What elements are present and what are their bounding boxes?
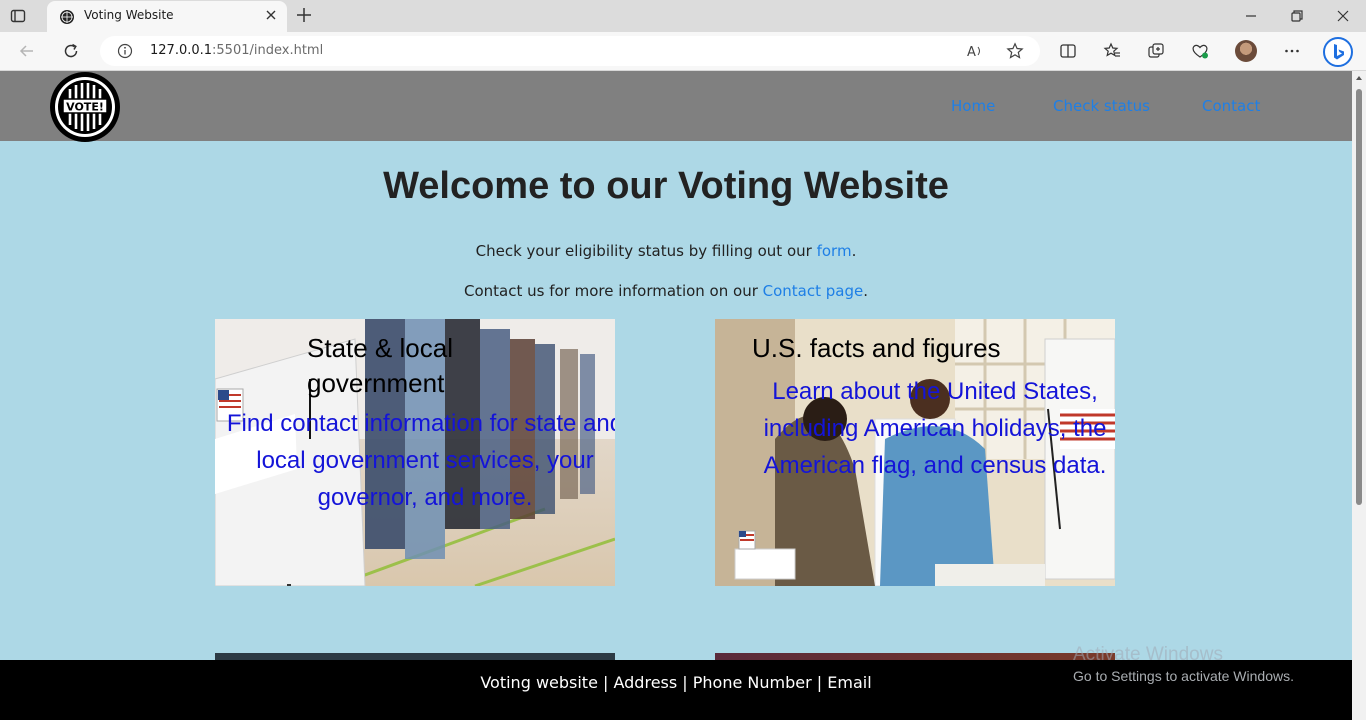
favorites-icon[interactable] <box>1103 42 1121 60</box>
contact-period: . <box>863 282 869 300</box>
card-us-facts[interactable]: U.S. facts and figures Learn about the U… <box>715 319 1115 586</box>
card-state-local[interactable]: State & local government Find contact in… <box>215 319 615 586</box>
nav-check-status-link[interactable]: Check status <box>1053 97 1150 115</box>
scroll-up-arrow-icon[interactable] <box>1355 74 1363 82</box>
bing-logo-icon <box>1334 44 1344 60</box>
new-tab-icon[interactable] <box>296 7 312 23</box>
profile-avatar[interactable] <box>1235 40 1257 62</box>
form-link[interactable]: form <box>817 242 852 260</box>
activate-title: Activate Windows <box>1073 644 1223 665</box>
site-info-icon[interactable] <box>117 43 133 59</box>
browser-tab-bar: Voting Website <box>0 0 1366 32</box>
nav-home-link[interactable]: Home <box>951 97 995 115</box>
url-path: :5501/index.html <box>212 43 324 58</box>
contact-page-link[interactable]: Contact page <box>763 282 864 300</box>
back-icon[interactable] <box>18 42 36 60</box>
read-aloud-icon[interactable]: A <box>966 42 984 60</box>
card-title: U.S. facts and figures <box>752 333 1001 363</box>
eligibility-period: . <box>851 242 857 260</box>
globe-icon <box>60 10 74 24</box>
card-title: State & local government <box>307 333 453 398</box>
browser-essentials-icon[interactable] <box>1191 42 1209 60</box>
eligibility-line: Check your eligibility status by filling… <box>0 242 1332 260</box>
minimize-icon[interactable] <box>1243 8 1259 24</box>
contact-text: Contact us for more information on our <box>463 282 763 300</box>
card-description: Learn about the United States, including… <box>763 378 1107 479</box>
contact-line: Contact us for more information on our C… <box>0 282 1332 300</box>
restore-icon[interactable] <box>1289 8 1305 24</box>
eligibility-text: Check your eligibility status by filling… <box>475 242 817 260</box>
collections-icon[interactable] <box>1147 42 1165 60</box>
scrollbar-thumb[interactable] <box>1356 89 1362 505</box>
tab-actions-icon[interactable] <box>10 8 26 24</box>
site-header: VOTE! Home Check status Contact <box>0 71 1352 143</box>
page-title: Welcome to our Voting Website <box>383 165 949 207</box>
url-field[interactable]: 127.0.0.1:5501/index.html A <box>100 36 1040 66</box>
web-page: VOTE! Home Check status Contact Welcome … <box>0 71 1352 720</box>
svg-text:A: A <box>967 45 976 60</box>
close-window-icon[interactable] <box>1335 8 1351 24</box>
more-menu-icon[interactable] <box>1283 42 1301 60</box>
close-tab-icon[interactable] <box>263 7 279 23</box>
nav-contact-link[interactable]: Contact <box>1202 97 1260 115</box>
browser-address-bar: 127.0.0.1:5501/index.html A <box>0 32 1366 71</box>
tab-title: Voting Website <box>84 8 174 22</box>
card-description: Find contact information for state and l… <box>226 410 615 511</box>
split-screen-icon[interactable] <box>1059 42 1077 60</box>
page-scrollbar[interactable] <box>1352 71 1366 720</box>
favorite-star-icon[interactable] <box>1006 42 1024 60</box>
refresh-icon[interactable] <box>62 42 80 60</box>
activate-windows-watermark: Activate Windows Go to Settings to activ… <box>1073 644 1294 684</box>
url-host: 127.0.0.1 <box>150 43 213 58</box>
activate-subtitle: Go to Settings to activate Windows. <box>1073 668 1294 684</box>
url-text: 127.0.0.1:5501/index.html <box>150 43 323 58</box>
browser-tab-active[interactable]: Voting Website <box>47 1 287 32</box>
logo-text: VOTE! <box>66 101 104 114</box>
vote-logo[interactable]: VOTE! <box>49 71 121 143</box>
copilot-icon[interactable] <box>1323 37 1353 67</box>
